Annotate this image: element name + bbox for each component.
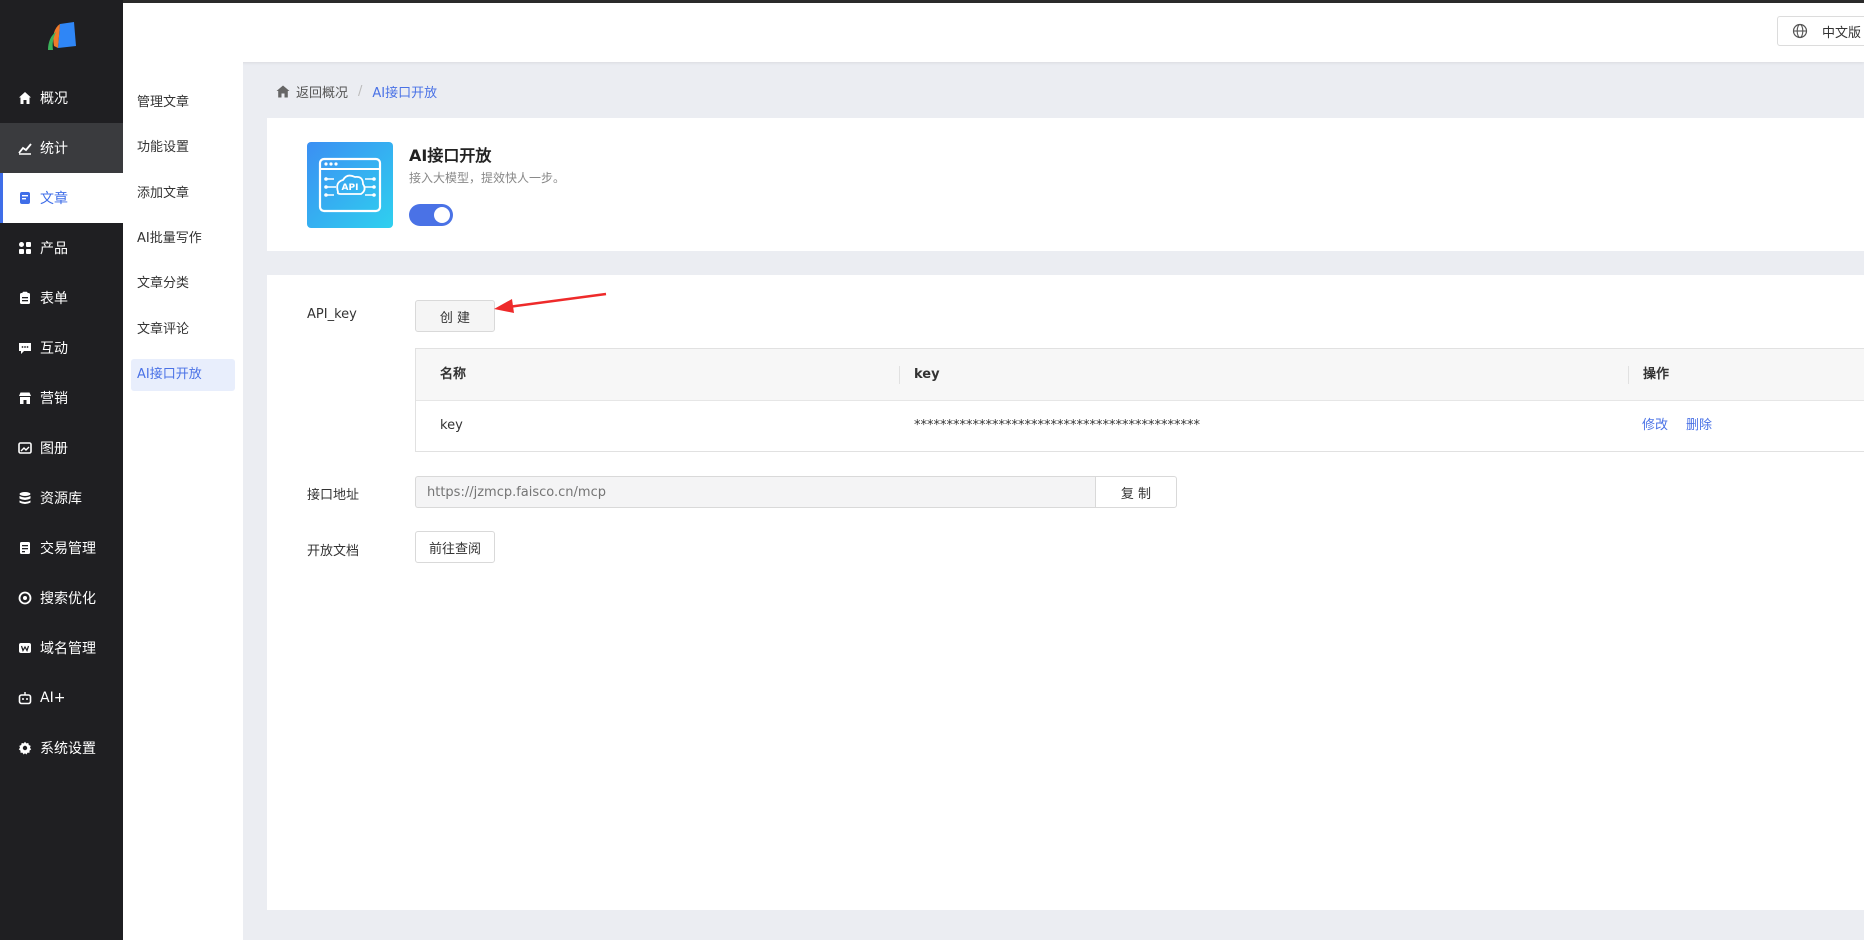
row-name-cell: key [440,418,463,433]
edit-key-link[interactable]: 修改 [1642,400,1668,452]
home-icon [276,85,290,98]
nav-item-label: 系统设置 [40,741,96,757]
logo-icon [47,22,76,50]
api-key-label: API_key [307,307,357,322]
chat-icon [17,340,33,356]
feature-title: AI接口开放 [409,146,492,165]
annotation-arrow-icon [494,292,607,313]
subnav-article-comments[interactable]: 文章评论 [131,314,235,346]
column-divider [1628,366,1629,384]
breadcrumb-separator: / [358,83,363,99]
nav-item-label: 域名管理 [40,641,96,657]
nav-item-label: 搜索优化 [40,591,96,607]
column-header-key: key [914,367,940,382]
endpoint-label: 接口地址 [307,488,360,503]
nav-item-articles[interactable]: 文章 [0,173,123,223]
table-header: 名称 key 操作 [416,349,1864,401]
subnav-manage-articles[interactable]: 管理文章 [131,87,235,119]
nav-item-products[interactable]: 产品 [0,223,123,273]
database-icon [17,490,33,506]
language-switcher[interactable]: 中文版 [1777,16,1864,46]
app-logo[interactable] [0,0,123,76]
main-sidebar: 概况 统计 文章 产品 表单 互动 营销 图册 资源库 交易管理 搜索优化 域名… [0,0,123,940]
nav-item-resources[interactable]: 资源库 [0,473,123,523]
breadcrumb-back-link[interactable]: 返回概况 [296,82,348,101]
globe-icon [1792,23,1808,39]
api-config-card: API_key 创 建 名称 key 操作 key **************… [267,275,1864,910]
nav-item-ai-plus[interactable]: AI+ [0,673,123,723]
nav-item-label: 资源库 [40,491,82,507]
nav-item-overview[interactable]: 概况 [0,73,123,123]
copy-endpoint-button[interactable]: 复 制 [1095,476,1177,508]
column-header-name: 名称 [440,367,467,382]
top-header: 中文版 [123,3,1864,62]
home-icon [17,90,33,106]
store-icon [17,390,33,406]
nav-item-interaction[interactable]: 互动 [0,323,123,373]
nav-item-label: 统计 [40,141,68,157]
toggle-knob [434,207,450,223]
create-key-button[interactable]: 创 建 [415,300,495,332]
feature-description: 接入大模型，提效快人一步。 [409,171,566,185]
nav-item-statistics[interactable]: 统计 [0,123,123,173]
feature-card: API AI接口开放 接入大模型，提效快人一步。 [267,118,1864,251]
main-nav: 概况 统计 文章 产品 表单 互动 营销 图册 资源库 交易管理 搜索优化 域名… [0,73,123,773]
article-subnav: 管理文章 功能设置 添加文章 AI批量写作 文章分类 文章评论 AI接口开放 [123,62,243,940]
breadcrumb-current: AI接口开放 [372,85,438,101]
feature-enable-toggle[interactable] [409,204,453,226]
image-icon [17,440,33,456]
order-icon [17,540,33,556]
nav-item-label: 产品 [40,241,68,257]
search-target-icon [17,590,33,606]
delete-key-link[interactable]: 删除 [1686,400,1712,452]
robot-icon [17,690,33,706]
column-divider [899,366,900,384]
document-icon [17,190,33,206]
clipboard-icon [17,290,33,306]
chart-icon [17,140,33,156]
grid-icon [17,240,33,256]
nav-item-gallery[interactable]: 图册 [0,423,123,473]
row-key-cell: ****************************************… [914,418,1200,433]
endpoint-url-input[interactable] [415,476,1095,508]
api-key-table: 名称 key 操作 key **************************… [415,348,1864,452]
api-icon-text: API [342,183,359,193]
subnav-article-categories[interactable]: 文章分类 [131,268,235,300]
nav-item-label: 交易管理 [40,541,96,557]
view-docs-button[interactable]: 前往查阅 [415,531,495,563]
nav-item-label: 营销 [40,391,68,407]
nav-item-transactions[interactable]: 交易管理 [0,523,123,573]
nav-item-label: AI+ [40,690,66,706]
docs-label: 开放文档 [307,544,360,559]
nav-item-label: 概况 [40,91,68,107]
gear-icon [17,740,33,756]
w-icon [17,640,33,656]
subnav-feature-settings[interactable]: 功能设置 [131,132,235,164]
subnav-add-article[interactable]: 添加文章 [131,178,235,210]
api-feature-icon: API [307,142,393,228]
nav-item-marketing[interactable]: 营销 [0,373,123,423]
nav-item-label: 文章 [40,191,68,207]
language-label: 中文版 [1822,25,1862,41]
nav-item-seo[interactable]: 搜索优化 [0,573,123,623]
subnav-ai-api-open[interactable]: AI接口开放 [131,359,235,391]
nav-item-domain[interactable]: 域名管理 [0,623,123,673]
subnav-ai-batch-writing[interactable]: AI批量写作 [131,223,235,255]
nav-item-settings[interactable]: 系统设置 [0,723,123,773]
breadcrumb: 返回概况 / AI接口开放 [276,80,437,102]
nav-item-label: 互动 [40,341,68,357]
nav-item-forms[interactable]: 表单 [0,273,123,323]
nav-item-label: 表单 [40,291,68,307]
nav-item-label: 图册 [40,441,68,457]
column-header-actions: 操作 [1643,367,1670,382]
